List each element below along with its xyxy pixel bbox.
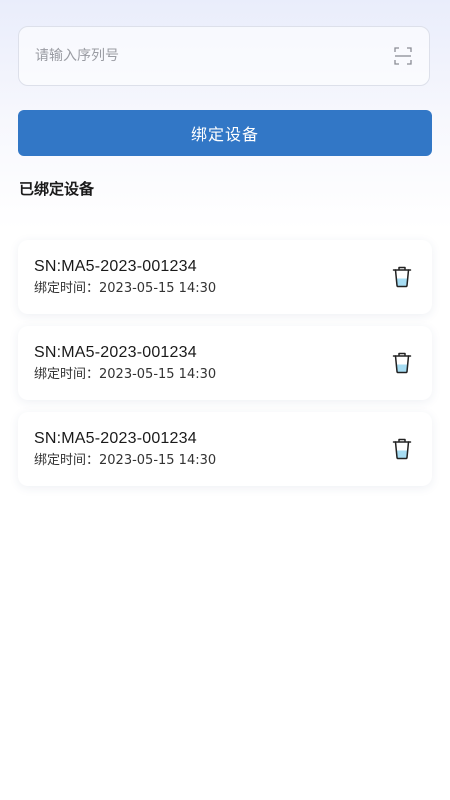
device-bind-time: 绑定时间：2023-05-15 14:30 bbox=[34, 281, 217, 296]
delete-device-button[interactable] bbox=[388, 263, 416, 291]
trash-icon bbox=[392, 438, 412, 460]
delete-device-button[interactable] bbox=[388, 349, 416, 377]
bind-device-button[interactable]: 绑定设备 bbox=[18, 110, 432, 156]
device-info: SN:MA5-2023-001234 绑定时间：2023-05-15 14:30 bbox=[34, 429, 388, 469]
serial-number-input[interactable] bbox=[35, 27, 393, 85]
trash-icon bbox=[392, 266, 412, 288]
device-bind-time: 绑定时间：2023-05-15 14:30 bbox=[34, 453, 217, 468]
scan-icon[interactable] bbox=[393, 46, 413, 66]
device-card: SN:MA5-2023-001234 绑定时间：2023-05-15 14:30 bbox=[18, 240, 432, 314]
device-card: SN:MA5-2023-001234 绑定时间：2023-05-15 14:30 bbox=[18, 326, 432, 400]
device-bind-time: 绑定时间：2023-05-15 14:30 bbox=[34, 367, 217, 382]
device-info: SN:MA5-2023-001234 绑定时间：2023-05-15 14:30 bbox=[34, 257, 388, 297]
device-info: SN:MA5-2023-001234 绑定时间：2023-05-15 14:30 bbox=[34, 343, 388, 383]
device-card: SN:MA5-2023-001234 绑定时间：2023-05-15 14:30 bbox=[18, 412, 432, 486]
device-serial-number: SN:MA5-2023-001234 bbox=[34, 258, 197, 275]
bound-device-list: SN:MA5-2023-001234 绑定时间：2023-05-15 14:30… bbox=[18, 240, 432, 498]
serial-search-box bbox=[18, 26, 430, 86]
trash-icon bbox=[392, 352, 412, 374]
device-serial-number: SN:MA5-2023-001234 bbox=[34, 344, 197, 361]
device-serial-number: SN:MA5-2023-001234 bbox=[34, 430, 197, 447]
delete-device-button[interactable] bbox=[388, 435, 416, 463]
bound-devices-title: 已绑定设备 bbox=[19, 180, 95, 198]
